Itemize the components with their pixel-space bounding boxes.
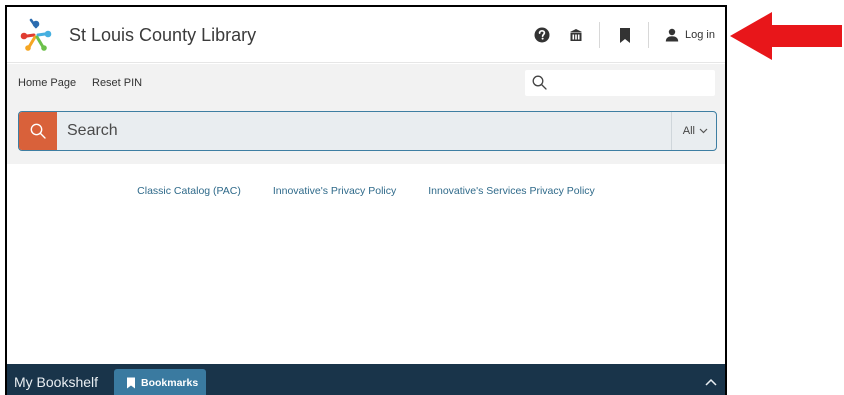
- search-scope-value: All: [682, 125, 695, 137]
- nav-link-reset-pin[interactable]: Reset PIN: [92, 77, 142, 89]
- bookmark-icon[interactable]: [612, 22, 638, 48]
- footer-links: Classic Catalog (PAC) Innovative's Priva…: [7, 185, 725, 197]
- header-divider: [599, 22, 601, 48]
- search-icon: [30, 123, 46, 139]
- link-services-privacy-policy[interactable]: Innovative's Services Privacy Policy: [428, 185, 595, 197]
- search-button[interactable]: [19, 112, 57, 150]
- library-logo-icon[interactable]: [19, 18, 53, 52]
- link-classic-catalog[interactable]: Classic Catalog (PAC): [137, 185, 241, 197]
- main-search-section: Search All: [7, 104, 725, 164]
- chevron-down-icon: [699, 125, 708, 137]
- quick-search-input[interactable]: [525, 70, 715, 96]
- help-icon[interactable]: [529, 22, 555, 48]
- login-button[interactable]: Log in: [665, 28, 715, 42]
- search-icon: [532, 75, 547, 90]
- my-bookshelf-bar: My Bookshelf Bookmarks: [7, 364, 725, 395]
- header-actions: Log in: [521, 7, 715, 63]
- search-scope-select[interactable]: All: [683, 125, 708, 137]
- catalog-search-input[interactable]: Search: [67, 122, 118, 140]
- bookmarks-tab-label: Bookmarks: [141, 377, 199, 389]
- bookmarks-tab[interactable]: Bookmarks: [114, 369, 206, 395]
- link-privacy-policy[interactable]: Innovative's Privacy Policy: [273, 185, 396, 197]
- site-title[interactable]: St Louis County Library: [69, 25, 256, 46]
- catalog-search-bar: Search All: [18, 111, 717, 151]
- screenshot-frame: St Louis County Library Log in Home Page…: [0, 0, 844, 395]
- sub-navigation: Home Page Reset PIN: [7, 64, 725, 104]
- site-header: St Louis County Library Log in: [7, 7, 725, 63]
- chevron-up-icon[interactable]: [705, 373, 717, 391]
- bookmark-icon: [127, 377, 135, 389]
- nav-link-home-page[interactable]: Home Page: [18, 77, 76, 89]
- library-app-window: St Louis County Library Log in Home Page…: [5, 5, 727, 395]
- bookshelf-title[interactable]: My Bookshelf: [14, 374, 98, 390]
- header-divider: [648, 22, 650, 48]
- user-icon: [665, 28, 679, 42]
- login-label: Log in: [685, 29, 715, 41]
- search-scope-divider: [671, 112, 672, 150]
- annotation-arrow-icon: [730, 12, 842, 60]
- library-building-icon[interactable]: [563, 22, 589, 48]
